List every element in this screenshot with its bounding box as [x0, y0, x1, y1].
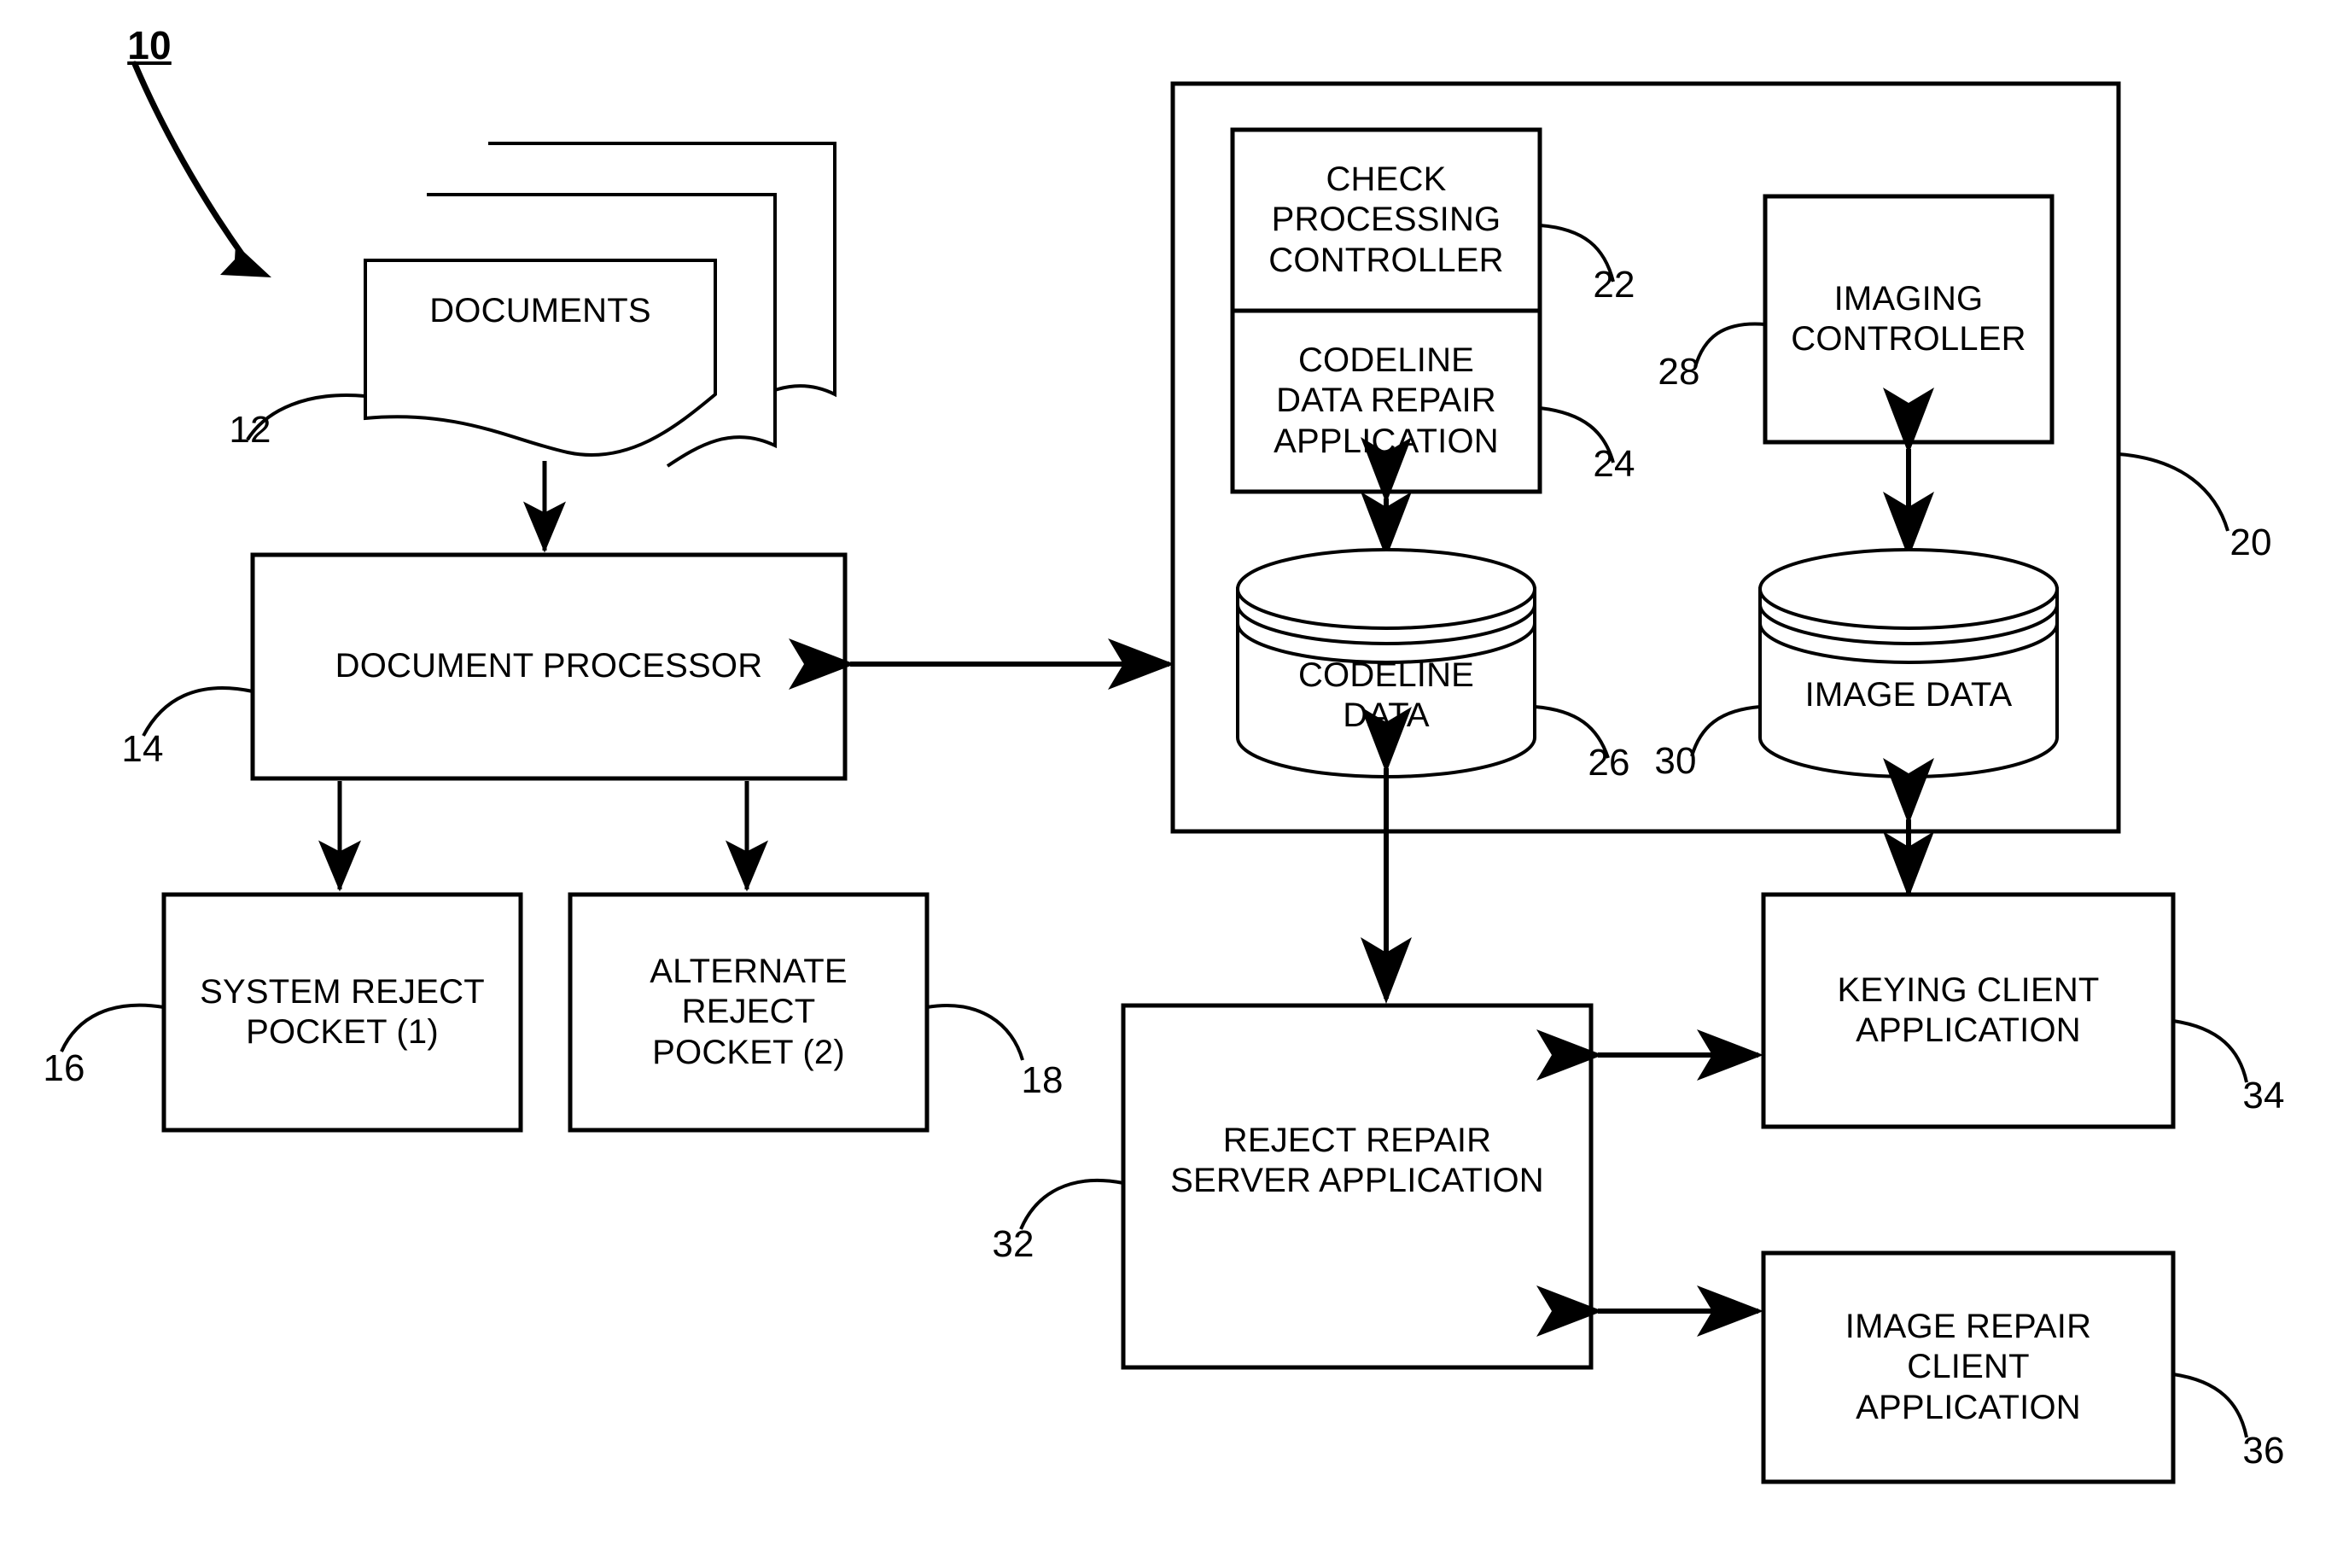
diagram-vector-art [60, 61, 2248, 1484]
leader-34 [2172, 1019, 2248, 1083]
leader-16 [60, 1003, 165, 1052]
image-data-cylinder [1758, 548, 2059, 778]
check-processing-controller-box [1230, 127, 1542, 313]
leader-36 [2172, 1373, 2248, 1438]
reject-repair-server-application-box [1121, 1003, 1594, 1370]
documents-stack-shape [364, 142, 836, 468]
leader-12 [246, 393, 366, 441]
image-repair-client-application-box [1761, 1250, 2176, 1484]
leader-14 [142, 686, 254, 737]
system-reject-pocket-box [161, 892, 523, 1133]
leader-32 [1019, 1178, 1124, 1230]
imaging-controller-box [1763, 194, 2055, 445]
document-processor-box [250, 552, 848, 781]
leader-18 [926, 1004, 1024, 1061]
codeline-data-repair-application-box [1230, 308, 1542, 494]
keying-client-application-box [1761, 892, 2176, 1129]
codeline-data-cylinder [1236, 548, 1536, 778]
alternate-reject-pocket-box [568, 892, 930, 1133]
leader-20 [2118, 452, 2230, 532]
figure-canvas: 10 DOCUMENTS 12 DOCUMENT PROCESSOR 14 SY… [0, 0, 2349, 1568]
figure-ref-arrow [131, 61, 271, 277]
